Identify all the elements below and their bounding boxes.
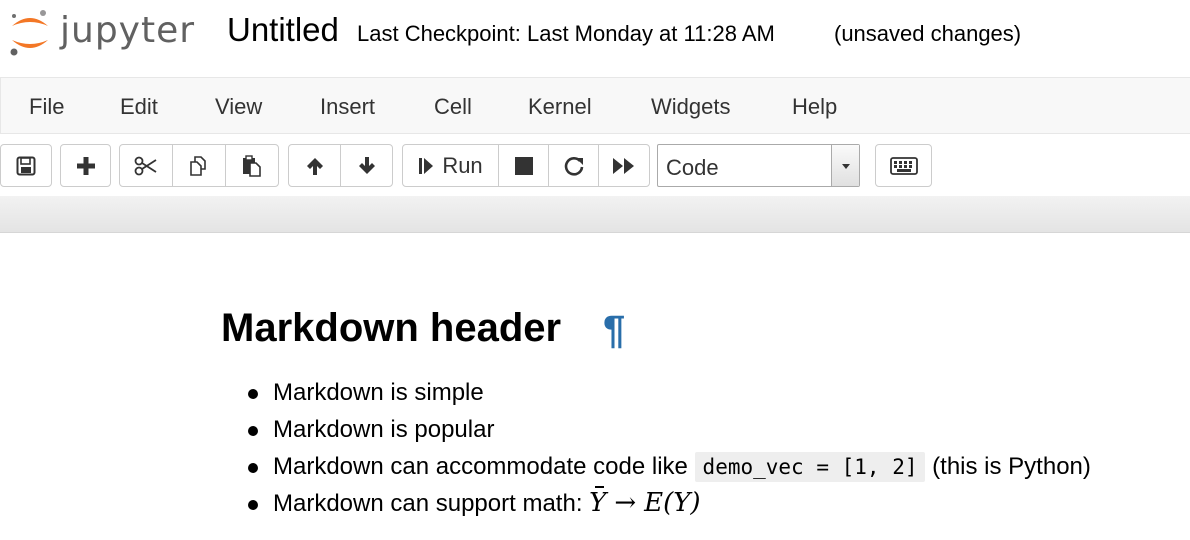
header: jupyter Untitled Last Checkpoint: Last M…: [0, 0, 1190, 77]
keyboard-icon: [889, 156, 918, 175]
list-item: Markdown can accommodate code like demo_…: [248, 448, 1091, 485]
jupyter-logo-icon: [10, 10, 48, 56]
cut-button[interactable]: [119, 144, 173, 187]
logo-text: jupyter: [60, 10, 196, 51]
bullet-icon: [248, 389, 258, 399]
paste-button[interactable]: [225, 144, 279, 187]
move-down-button[interactable]: [340, 144, 393, 187]
markdown-heading: Markdown header: [221, 306, 562, 350]
restart-icon: [564, 156, 583, 176]
copy-icon: [190, 155, 206, 176]
fast-forward-icon: [613, 157, 634, 174]
anchor-link[interactable]: ¶: [603, 308, 625, 353]
cell-type-value: Code: [666, 155, 719, 180]
list-item: Markdown is popular: [248, 411, 1091, 448]
inline-code: demo_vec = [1, 2]: [694, 452, 926, 482]
plus-icon: [76, 156, 95, 175]
copy-button[interactable]: [172, 144, 226, 187]
toolbar: Run Code: [0, 134, 1190, 196]
markdown-bullet-list: Markdown is simple Markdown is popular M…: [248, 374, 1091, 522]
math-arrow: →: [614, 488, 637, 518]
menu-file[interactable]: File: [29, 94, 64, 120]
bullet-icon: [248, 426, 258, 436]
run-button[interactable]: Run: [402, 144, 499, 187]
header-shadow-band: [0, 196, 1190, 233]
chevron-down-icon[interactable]: [831, 145, 859, 186]
move-up-button[interactable]: [288, 144, 341, 187]
stop-icon: [514, 156, 533, 175]
list-item: Markdown is simple: [248, 374, 1091, 411]
list-item-text: Markdown can support math:: [273, 490, 583, 517]
menu-insert[interactable]: Insert: [320, 94, 375, 120]
bullet-icon: [248, 500, 258, 510]
arrow-up-icon: [306, 157, 323, 175]
save-icon: [16, 156, 36, 175]
interrupt-button[interactable]: [498, 144, 549, 187]
cell-type-select[interactable]: Code: [657, 144, 860, 187]
restart-button[interactable]: [548, 144, 599, 187]
list-item-suffix: (this is Python): [932, 453, 1091, 480]
step-forward-icon: [419, 157, 434, 174]
jupyter-logo[interactable]: jupyter: [8, 8, 198, 58]
checkpoint-status: Last Checkpoint: Last Monday at 11:28 AM: [357, 21, 775, 46]
math-rhs: E(Y): [644, 488, 701, 518]
arrow-down-icon: [358, 156, 375, 174]
command-palette-button[interactable]: [875, 144, 932, 187]
menu-cell[interactable]: Cell: [434, 94, 472, 120]
menu-kernel[interactable]: Kernel: [528, 94, 592, 120]
menu-widgets[interactable]: Widgets: [651, 94, 730, 120]
list-item-text: Markdown is popular: [273, 416, 495, 443]
menu-help[interactable]: Help: [792, 94, 837, 120]
menubar: File Edit View Insert Cell Kernel Widget…: [0, 77, 1190, 134]
list-item-text: Markdown is simple: [273, 379, 484, 406]
menu-edit[interactable]: Edit: [120, 94, 158, 120]
scissors-icon: [134, 156, 157, 175]
unsaved-indicator: (unsaved changes): [834, 21, 1022, 46]
menu-view[interactable]: View: [215, 94, 262, 120]
list-item-text: Markdown can accommodate code like: [273, 453, 688, 480]
save-button[interactable]: [0, 144, 52, 187]
paste-icon: [243, 154, 261, 177]
math-expression: Y → E(Y): [589, 486, 701, 518]
bullet-icon: [248, 463, 258, 473]
list-item: Markdown can support math: Y → E(Y): [248, 485, 1091, 522]
notebook-title[interactable]: Untitled: [227, 11, 339, 49]
insert-cell-button[interactable]: [60, 144, 111, 187]
math-lhs: Y: [589, 485, 606, 522]
restart-run-all-button[interactable]: [598, 144, 650, 187]
run-label: Run: [442, 152, 483, 178]
